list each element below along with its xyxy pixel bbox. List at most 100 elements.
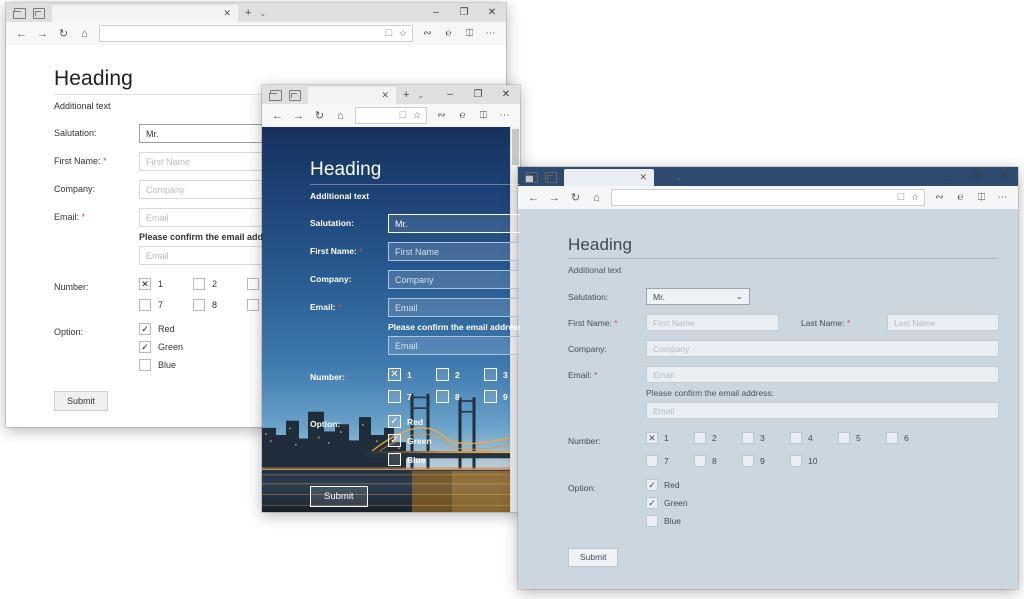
more-ellipsis-icon[interactable]: ⋯: [480, 23, 501, 44]
share-icon[interactable]: ⎅: [473, 105, 494, 126]
checkbox-unchecked[interactable]: [139, 359, 151, 371]
checkbox-unchecked[interactable]: [646, 515, 658, 527]
window-controls[interactable]: – ❐ ✕: [934, 170, 1018, 186]
forward-arrow-icon[interactable]: →: [32, 23, 53, 44]
checkbox-check-icon[interactable]: ✓: [139, 341, 151, 353]
back-arrow-icon[interactable]: ←: [267, 105, 288, 126]
salutation-select[interactable]: Mr. ⌄: [388, 214, 520, 233]
browser-tab[interactable]: ✕: [308, 87, 396, 104]
tab-bar[interactable]: ✕ + ⌄ – ❐ ✕: [518, 167, 1018, 186]
address-bar[interactable]: ☐ ☆: [99, 25, 413, 42]
tabs-you-set-aside-icon[interactable]: [289, 90, 301, 101]
checkbox-unchecked[interactable]: [790, 455, 802, 467]
tab-menu-chevron-icon[interactable]: ⌄: [417, 91, 424, 100]
home-icon[interactable]: ⌂: [330, 105, 351, 126]
checkbox-cross-icon[interactable]: ✕: [388, 368, 401, 381]
share-icon[interactable]: ⎅: [459, 23, 480, 44]
submit-button[interactable]: Submit: [54, 391, 109, 411]
email-input[interactable]: Email: [388, 298, 520, 317]
email-input[interactable]: Email: [646, 366, 999, 383]
checkbox-unchecked[interactable]: [193, 299, 205, 311]
tab-bar[interactable]: ✕ + ⌄ – ❐ ✕: [6, 3, 506, 22]
set-tabs-aside-icon[interactable]: [268, 90, 282, 101]
first-name-input[interactable]: First Name: [388, 242, 520, 261]
checkbox-check-icon[interactable]: ✓: [388, 434, 401, 447]
more-ellipsis-icon[interactable]: ⋯: [992, 187, 1013, 208]
new-tab-controls[interactable]: + ⌄: [396, 89, 424, 104]
browser-window-blue[interactable]: ✕ + ⌄ – ❐ ✕ ← → ↻ ⌂ ☐ ☆ ∾ ℮ ⎅ ⋯ Heading …: [262, 85, 520, 512]
home-icon[interactable]: ⌂: [586, 187, 607, 208]
window-controls[interactable]: – ❐ ✕: [436, 88, 520, 104]
confirm-email-input[interactable]: Email: [646, 402, 999, 419]
hub-icon[interactable]: ∾: [417, 23, 438, 44]
checkbox-unchecked[interactable]: [436, 368, 449, 381]
new-tab-plus-icon[interactable]: +: [245, 7, 251, 19]
maximize-icon[interactable]: ❐: [464, 88, 492, 102]
more-ellipsis-icon[interactable]: ⋯: [494, 105, 515, 126]
submit-button[interactable]: Submit: [568, 547, 619, 567]
address-bar[interactable]: ☐ ☆: [611, 189, 925, 206]
salutation-select[interactable]: Mr. ⌄: [646, 288, 750, 305]
browser-toolbar[interactable]: ← → ↻ ⌂ ☐ ☆ ∾ ℮ ⎅ ⋯: [6, 22, 506, 46]
submit-button[interactable]: Submit: [310, 486, 368, 507]
close-icon[interactable]: ✕: [478, 6, 506, 20]
star-icon[interactable]: ☆: [399, 28, 407, 39]
checkbox-unchecked[interactable]: [694, 455, 706, 467]
browser-toolbar[interactable]: ← → ↻ ⌂ ☐ ☆ ∾ ℮ ⎅ ⋯: [262, 104, 520, 128]
notes-icon[interactable]: ℮: [438, 23, 459, 44]
maximize-icon[interactable]: ❐: [450, 6, 478, 20]
tab-close-icon[interactable]: ✕: [223, 9, 231, 18]
tab-close-icon[interactable]: ✕: [381, 91, 389, 100]
checkbox-check-icon[interactable]: ✓: [646, 497, 658, 509]
refresh-icon[interactable]: ↻: [309, 105, 330, 126]
checkbox-unchecked[interactable]: [139, 299, 151, 311]
back-arrow-icon[interactable]: ←: [523, 187, 544, 208]
checkbox-unchecked[interactable]: [694, 432, 706, 444]
address-bar[interactable]: ☐ ☆: [355, 107, 427, 124]
refresh-icon[interactable]: ↻: [53, 23, 74, 44]
tab-close-icon[interactable]: ✕: [639, 173, 647, 182]
checkbox-unchecked[interactable]: [247, 299, 259, 311]
checkbox-unchecked[interactable]: [790, 432, 802, 444]
reading-view-icon[interactable]: ☐: [399, 110, 407, 121]
hub-icon[interactable]: ∾: [929, 187, 950, 208]
minimize-icon[interactable]: –: [422, 6, 450, 20]
reading-view-icon[interactable]: ☐: [897, 192, 905, 203]
new-tab-controls[interactable]: + ⌄: [654, 171, 682, 186]
refresh-icon[interactable]: ↻: [565, 187, 586, 208]
back-arrow-icon[interactable]: ←: [11, 23, 32, 44]
tabs-you-set-aside-icon[interactable]: [545, 172, 557, 183]
checkbox-unchecked[interactable]: [484, 368, 497, 381]
checkbox-cross-icon[interactable]: ✕: [139, 278, 151, 290]
company-input[interactable]: Company: [646, 340, 999, 357]
checkbox-unchecked[interactable]: [886, 432, 898, 444]
browser-window-slate[interactable]: ✕ + ⌄ – ❐ ✕ ← → ↻ ⌂ ☐ ☆ ∾ ℮ ⎅ ⋯ Heading …: [518, 167, 1018, 589]
checkbox-unchecked[interactable]: [247, 278, 259, 290]
new-tab-plus-icon[interactable]: +: [403, 89, 409, 101]
confirm-email-input[interactable]: Email: [388, 336, 520, 355]
set-tabs-aside-icon[interactable]: [524, 172, 538, 183]
checkbox-check-icon[interactable]: ✓: [388, 415, 401, 428]
share-icon[interactable]: ⎅: [971, 187, 992, 208]
tab-menu-chevron-icon[interactable]: ⌄: [259, 9, 266, 18]
checkbox-unchecked[interactable]: [436, 390, 449, 403]
notes-icon[interactable]: ℮: [950, 187, 971, 208]
home-icon[interactable]: ⌂: [74, 23, 95, 44]
browser-toolbar[interactable]: ← → ↻ ⌂ ☐ ☆ ∾ ℮ ⎅ ⋯: [518, 186, 1018, 210]
forward-arrow-icon[interactable]: →: [288, 105, 309, 126]
last-name-input[interactable]: Last Name: [887, 314, 999, 331]
checkbox-check-icon[interactable]: ✓: [646, 479, 658, 491]
new-tab-plus-icon[interactable]: +: [661, 171, 667, 183]
checkbox-check-icon[interactable]: ✓: [139, 323, 151, 335]
forward-arrow-icon[interactable]: →: [544, 187, 565, 208]
notes-icon[interactable]: ℮: [452, 105, 473, 126]
first-name-input[interactable]: First Name: [646, 314, 779, 331]
checkbox-unchecked[interactable]: [742, 432, 754, 444]
close-icon[interactable]: ✕: [990, 170, 1018, 184]
checkbox-unchecked[interactable]: [646, 455, 658, 467]
checkbox-cross-icon[interactable]: ✕: [646, 432, 658, 444]
checkbox-unchecked[interactable]: [388, 453, 401, 466]
minimize-icon[interactable]: –: [934, 170, 962, 184]
star-icon[interactable]: ☆: [911, 192, 919, 203]
close-icon[interactable]: ✕: [492, 88, 520, 102]
